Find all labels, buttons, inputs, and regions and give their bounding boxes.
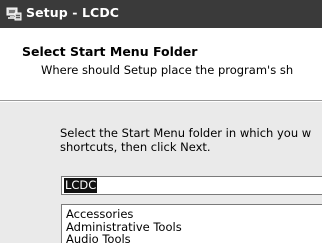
instruction-line-1: Select the Start Menu folder in which yo… [60, 126, 312, 140]
instruction-line-2: shortcuts, then click Next. [60, 140, 211, 154]
window-title: Setup - LCDC [26, 5, 120, 20]
instruction-text: Select the Start Menu folder in which yo… [60, 126, 322, 154]
folder-input-value: LCDC [64, 178, 98, 193]
title-bar[interactable]: Setup - LCDC [0, 0, 322, 28]
start-menu-folder-input[interactable]: LCDC [61, 176, 322, 195]
page-title: Select Start Menu Folder [22, 44, 198, 59]
page-subtitle: Where should Setup place the program's s… [41, 63, 294, 77]
list-item[interactable]: Audio Tools [62, 233, 322, 243]
setup-computer-icon [6, 6, 22, 22]
start-menu-folder-list[interactable]: Accessories Administrative Tools Audio T… [61, 204, 322, 243]
list-item[interactable]: Accessories [62, 208, 322, 221]
wizard-header: Select Start Menu Folder Where should Se… [0, 28, 322, 100]
